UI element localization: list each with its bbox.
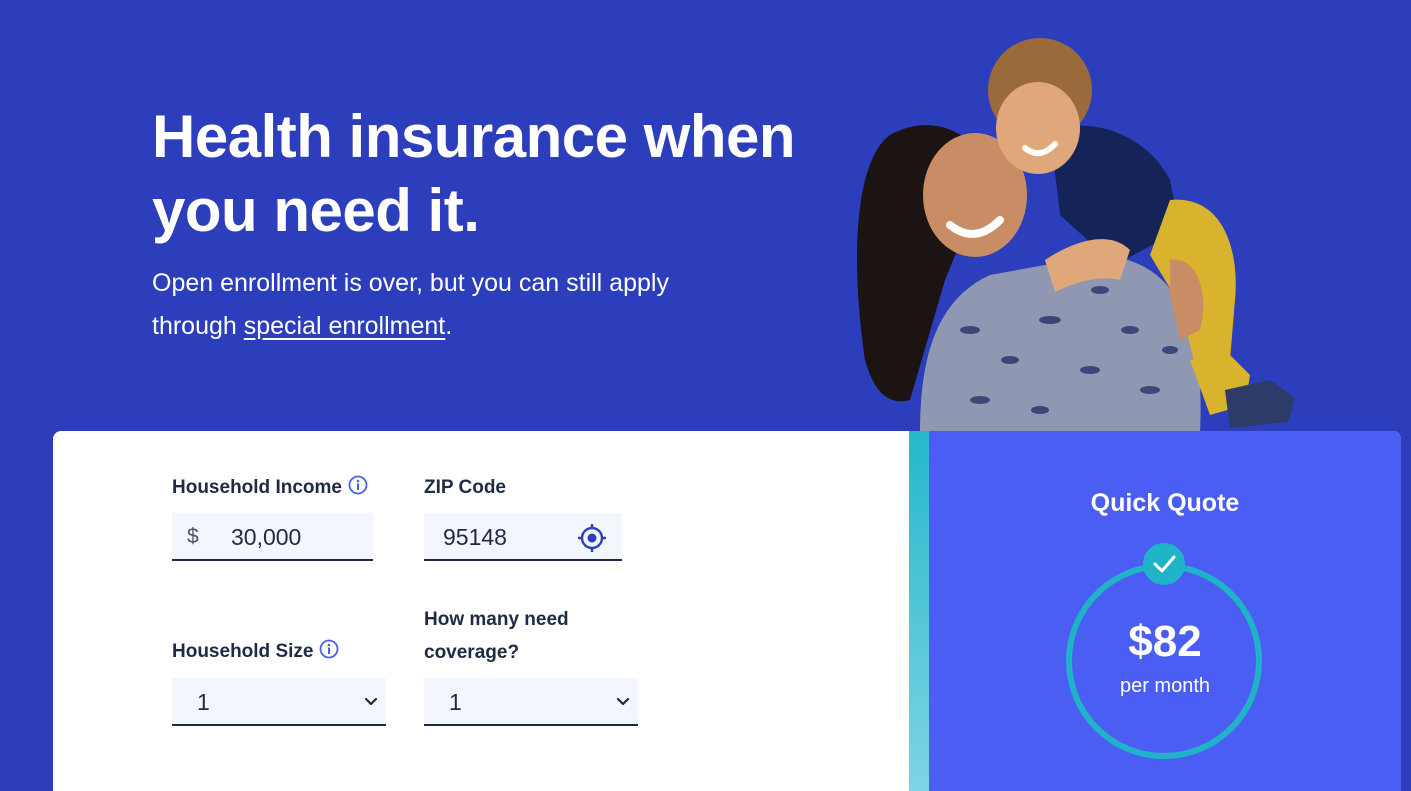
hero-subtitle: Open enrollment is over, but you can sti… <box>152 262 752 348</box>
coverage-count-select[interactable]: 1 <box>424 678 638 726</box>
household-size-select[interactable]: 1 <box>172 678 386 726</box>
household-income-label-text: Household Income <box>172 477 342 498</box>
hero-subtitle-end: . <box>445 312 453 340</box>
coverage-count-label: How many need coverage? <box>424 609 569 663</box>
special-enrollment-link[interactable]: special enrollment <box>244 312 446 340</box>
currency-prefix: $ <box>187 525 199 548</box>
zip-code-value: 95148 <box>443 524 507 550</box>
household-size-label: Household Size <box>172 635 339 668</box>
quick-quote-title: Quick Quote <box>1090 489 1240 517</box>
household-income-label: Household Income <box>172 471 368 504</box>
hero-photo <box>850 30 1310 432</box>
quote-card: Household Income $ 30,000 ZIP Code 95148… <box>53 431 1401 791</box>
coverage-count-value: 1 <box>449 689 462 715</box>
quick-quote-panel: Quick Quote $82 per month <box>909 431 1401 791</box>
household-size-label-text: Household Size <box>172 641 314 662</box>
chevron-down-icon <box>364 697 378 706</box>
household-income-input[interactable]: $ 30,000 <box>172 513 373 561</box>
quote-amount: $82 <box>1128 617 1202 666</box>
household-size-value: 1 <box>197 689 210 715</box>
accent-stripe <box>909 431 929 791</box>
locate-icon[interactable] <box>577 523 607 553</box>
check-icon <box>1143 543 1185 585</box>
hero-title: Health insurance when you need it. <box>152 103 796 244</box>
quote-unit: per month <box>1119 675 1211 697</box>
zip-code-label: ZIP Code <box>424 477 506 498</box>
household-income-value: 30,000 <box>231 524 302 550</box>
info-icon[interactable] <box>348 475 368 495</box>
chevron-down-icon <box>616 697 630 706</box>
info-icon[interactable] <box>319 639 339 659</box>
zip-code-input[interactable]: 95148 <box>424 513 622 561</box>
